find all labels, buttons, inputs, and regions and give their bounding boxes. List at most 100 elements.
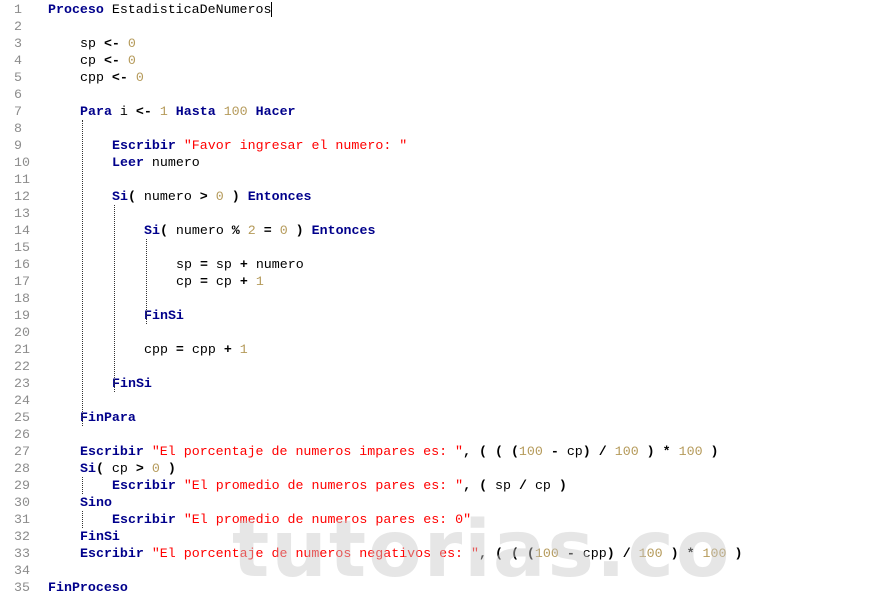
- code-line[interactable]: 35 FinProceso: [0, 579, 880, 596]
- identifier-token: [248, 274, 256, 289]
- code-line[interactable]: 14 Si( numero % 2 = 0 ) Entonces: [0, 222, 880, 239]
- line-number: 27: [14, 444, 30, 459]
- code-text: FinProceso: [48, 579, 128, 596]
- code-line[interactable]: 29 Escribir "El promedio de numeros pares…: [0, 477, 880, 494]
- indent-guide-line: [146, 239, 147, 324]
- code-line[interactable]: 23 FinSi: [0, 375, 880, 392]
- identifier-token: EstadisticaDeNumeros: [103, 2, 272, 17]
- number-token: 100: [518, 444, 543, 459]
- code-line[interactable]: 26: [0, 426, 880, 443]
- identifier-token: [519, 546, 527, 561]
- code-line[interactable]: 17 cp = cp + 1: [0, 273, 880, 290]
- code-text: Escribir "El promedio de numeros pares e…: [112, 477, 567, 494]
- operator-token: /: [622, 546, 631, 561]
- line-number: 31: [14, 512, 30, 527]
- keyword-token: Hasta: [175, 104, 216, 119]
- code-text: Para i <- 1 Hasta 100 Hacer: [80, 103, 296, 120]
- keyword-token: Sino: [80, 495, 112, 510]
- identifier-token: numero: [167, 223, 232, 238]
- identifier-token: sp: [80, 36, 104, 51]
- keyword-token: Si: [112, 189, 128, 204]
- code-line[interactable]: 19 FinSi: [0, 307, 880, 324]
- identifier-token: sp: [487, 478, 519, 493]
- code-line[interactable]: 22: [0, 358, 880, 375]
- line-number: 21: [14, 342, 30, 357]
- code-text: cp <- 0: [80, 52, 136, 69]
- operator-token: >: [135, 461, 144, 476]
- code-line[interactable]: 15: [0, 239, 880, 256]
- code-text: FinSi: [80, 528, 120, 545]
- line-number: 10: [14, 155, 30, 170]
- identifier-token: [655, 444, 663, 459]
- code-line[interactable]: 5 cpp <- 0: [0, 69, 880, 86]
- keyword-token: Leer: [112, 155, 144, 170]
- code-line[interactable]: 16 sp = sp + numero: [0, 256, 880, 273]
- code-line[interactable]: 1 Proceso EstadisticaDeNumeros: [0, 1, 880, 18]
- indent-guide-line: [82, 477, 83, 494]
- operator-token: (: [510, 444, 519, 459]
- line-number: 29: [14, 478, 30, 493]
- operator-token: (: [494, 546, 503, 561]
- operator-token: ): [167, 461, 176, 476]
- code-text: Si( numero % 2 = 0 ) Entonces: [144, 222, 375, 239]
- code-line[interactable]: 10 Leer numero: [0, 154, 880, 171]
- identifier-token: [503, 444, 511, 459]
- indent-guide-line: [82, 120, 83, 426]
- number-token: 100: [223, 104, 248, 119]
- line-number: 33: [14, 546, 30, 561]
- keyword-token: Proceso: [48, 2, 104, 17]
- code-line[interactable]: 34: [0, 562, 880, 579]
- code-line[interactable]: 6: [0, 86, 880, 103]
- code-text: FinSi: [112, 375, 152, 392]
- code-line[interactable]: 9 Escribir "Favor ingresar el numero: ": [0, 137, 880, 154]
- code-line[interactable]: 8: [0, 120, 880, 137]
- code-line[interactable]: 12 Si( numero > 0 ) Entonces: [0, 188, 880, 205]
- code-editor[interactable]: 1 Proceso EstadisticaDeNumeros 2 3 sp <- 04c…: [0, 0, 880, 610]
- line-number: 9: [14, 138, 22, 153]
- code-line[interactable]: 33 Escribir "El porcentaje de numeros neg…: [0, 545, 880, 562]
- operator-token: +: [239, 257, 248, 272]
- line-number: 25: [14, 410, 30, 425]
- keyword-token: FinPara: [80, 410, 136, 425]
- code-line[interactable]: 25 FinPara: [0, 409, 880, 426]
- operator-token: <-: [111, 70, 128, 85]
- code-line[interactable]: 28 Si( cp > 0 ): [0, 460, 880, 477]
- operator-token: >: [199, 189, 208, 204]
- operator-token: +: [223, 342, 232, 357]
- code-line[interactable]: 13: [0, 205, 880, 222]
- line-number: 3: [14, 36, 22, 51]
- number-token: 100: [614, 444, 639, 459]
- code-line[interactable]: 18: [0, 290, 880, 307]
- code-line[interactable]: 31 Escribir "El promedio de numeros pares…: [0, 511, 880, 528]
- code-line[interactable]: 21 cpp = cpp + 1: [0, 341, 880, 358]
- identifier-token: [176, 512, 184, 527]
- code-line[interactable]: 4 cp <- 0: [0, 52, 880, 69]
- keyword-token: Escribir: [112, 478, 176, 493]
- code-line[interactable]: 27 Escribir "El porcentaje de numeros imp…: [0, 443, 880, 460]
- line-number: 13: [14, 206, 30, 221]
- string-token: "El promedio de numeros pares es: 0": [183, 512, 472, 527]
- operator-token: %: [231, 223, 240, 238]
- keyword-token: Entonces: [247, 189, 312, 204]
- identifier-token: [144, 444, 152, 459]
- code-line[interactable]: 30 Sino: [0, 494, 880, 511]
- keyword-token: Hacer: [255, 104, 296, 119]
- code-text: sp <- 0: [80, 35, 136, 52]
- operator-token: (: [479, 478, 488, 493]
- line-number: 26: [14, 427, 30, 442]
- code-line[interactable]: 11: [0, 171, 880, 188]
- code-line[interactable]: 2: [0, 18, 880, 35]
- code-line[interactable]: 3 sp <- 0: [0, 35, 880, 52]
- code-text: Escribir "El porcentaje de numeros impar…: [80, 443, 719, 460]
- number-token: 1: [159, 104, 168, 119]
- code-line[interactable]: 20: [0, 324, 880, 341]
- identifier-token: [272, 223, 280, 238]
- code-line[interactable]: 24: [0, 392, 880, 409]
- code-line[interactable]: 7 Para i <- 1 Hasta 100 Hacer: [0, 103, 880, 120]
- identifier-token: [607, 444, 615, 459]
- identifier-token: [639, 444, 647, 459]
- operator-token: ): [295, 223, 304, 238]
- identifier-token: [471, 478, 479, 493]
- code-line[interactable]: 32 FinSi: [0, 528, 880, 545]
- operator-token: =: [199, 257, 208, 272]
